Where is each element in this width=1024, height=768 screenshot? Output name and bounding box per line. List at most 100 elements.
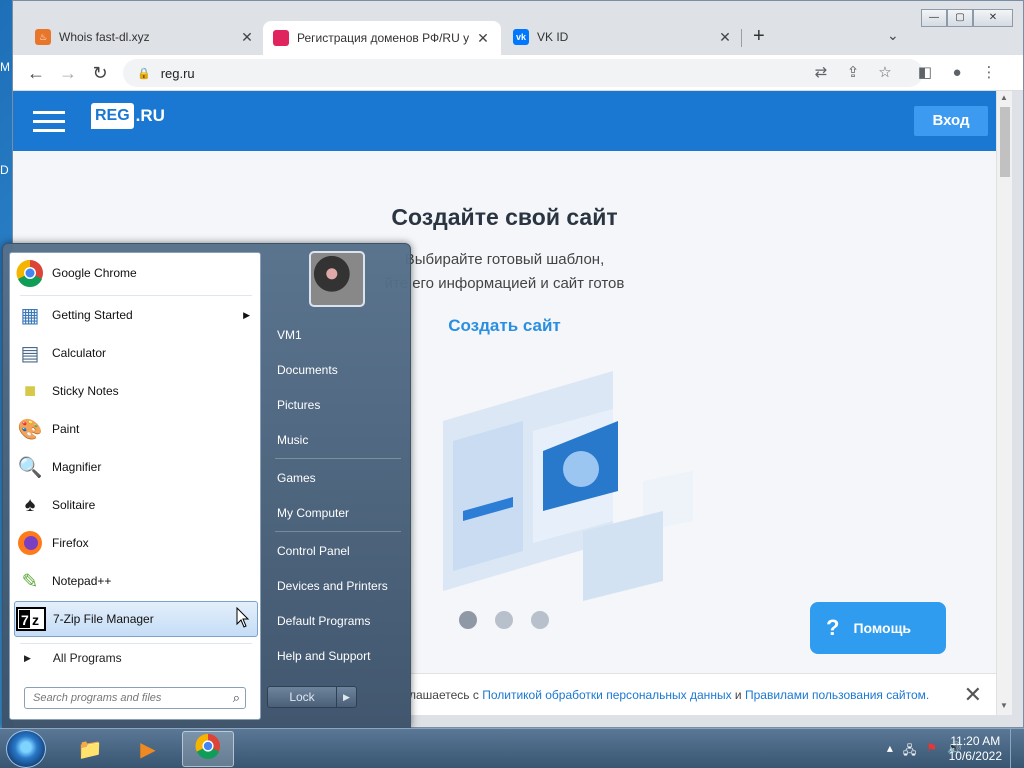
translate-icon[interactable]: ⇄ (811, 63, 831, 83)
action-center-flag-icon[interactable]: ⚑ (926, 741, 937, 762)
carousel-dot[interactable] (531, 611, 549, 629)
side-panel-icon[interactable]: ◧ (915, 63, 935, 83)
start-item-documents[interactable]: Documents (271, 355, 407, 385)
desktop-icon-label[interactable]: D (0, 163, 12, 177)
vk-icon: vk (513, 29, 529, 45)
regru-logo[interactable]: REG .RU (91, 103, 165, 129)
carousel-dot[interactable] (459, 611, 477, 629)
help-label: Помощь (853, 620, 912, 636)
start-item-devices-printers[interactable]: Devices and Printers (271, 571, 407, 601)
taskbar-explorer[interactable]: 📁 (64, 731, 116, 767)
start-menu-divider (20, 643, 252, 644)
reload-button[interactable]: ↻ (89, 62, 111, 84)
lock-label: Lock (289, 690, 315, 704)
scroll-down-icon[interactable]: ▼ (1000, 701, 1008, 710)
close-tab-icon[interactable]: ✕ (475, 30, 491, 47)
7zip-icon: 7z (15, 603, 47, 635)
taskbar: 📁 ▶ ▴ 🖧 ⚑ 🔊 11:20 AM 10/6/2022 (0, 728, 1024, 768)
login-button[interactable]: Вход (914, 106, 988, 136)
program-7zip[interactable]: 7z 7-Zip File Manager (14, 601, 258, 637)
scroll-up-icon[interactable]: ▲ (1000, 93, 1008, 102)
notepadpp-icon: ✎ (21, 570, 39, 593)
window-controls: — ▢ ✕ (921, 9, 1013, 27)
close-window-button[interactable]: ✕ (973, 9, 1013, 27)
show-desktop-button[interactable] (1010, 729, 1024, 768)
start-item-vm1[interactable]: VM1 (271, 320, 407, 350)
desktop-icon-label[interactable]: M (0, 60, 12, 74)
tab-vkid[interactable]: vk VK ID ✕ (503, 23, 743, 51)
tab-regru[interactable]: Регистрация доменов РФ/RU у ✕ (263, 21, 501, 55)
start-item-pictures[interactable]: Pictures (271, 390, 407, 420)
new-tab-button[interactable]: + (753, 25, 765, 48)
svg-text:z: z (32, 612, 39, 628)
back-button[interactable]: ← (25, 62, 47, 84)
tab-title: VK ID (537, 30, 569, 44)
close-icon[interactable]: ✕ (964, 682, 982, 708)
carousel-dots (459, 611, 567, 629)
forward-button[interactable]: → (57, 62, 79, 84)
all-programs-button[interactable]: ▶ All Programs (24, 651, 122, 665)
calculator-icon: ▤ (20, 342, 40, 365)
scroll-thumb[interactable] (1000, 107, 1010, 177)
program-notepadpp[interactable]: ✎ Notepad++ (14, 563, 258, 599)
program-label: Calculator (52, 346, 107, 360)
program-solitaire[interactable]: ♠ Solitaire (14, 487, 258, 523)
hamburger-menu-icon[interactable] (33, 111, 65, 138)
program-magnifier[interactable]: 🔍 Magnifier (14, 449, 258, 485)
taskbar-media-player[interactable]: ▶ (122, 731, 174, 767)
program-getting-started[interactable]: ▦ Getting Started ▶ (14, 297, 258, 333)
program-label: Solitaire (52, 498, 96, 512)
close-tab-icon[interactable]: ✕ (717, 29, 733, 46)
program-label: Google Chrome (52, 266, 137, 280)
taskbar-chrome[interactable] (182, 731, 234, 767)
bookmark-star-icon[interactable]: ☆ (875, 63, 895, 83)
network-icon[interactable]: 🖧 (903, 741, 916, 762)
clock[interactable]: 11:20 AM 10/6/2022 (949, 734, 1002, 764)
program-calculator[interactable]: ▤ Calculator (14, 335, 258, 371)
menu-kebab-icon[interactable]: ⋮ (979, 63, 999, 83)
power-options-arrow-icon[interactable]: ▶ (336, 687, 356, 707)
maximize-button[interactable]: ▢ (947, 9, 973, 27)
start-item-help-support[interactable]: Help and Support (271, 641, 407, 671)
program-firefox[interactable]: Firefox (14, 525, 258, 561)
firefox-icon (14, 527, 46, 559)
profile-avatar[interactable]: ● (947, 63, 967, 83)
cookie-text: лашаетесь с (409, 688, 479, 702)
tab-strip: ♨ Whois fast-dl.xyz ✕ Регистрация домено… (13, 1, 1023, 55)
program-label: 7-Zip File Manager (53, 612, 154, 626)
program-sticky-notes[interactable]: ■ Sticky Notes (14, 373, 258, 409)
program-google-chrome[interactable]: Google Chrome (14, 255, 258, 291)
privacy-policy-link[interactable]: Политикой обработки персональных данных (482, 688, 731, 702)
start-item-music[interactable]: Music (271, 425, 407, 455)
logo-text: .RU (135, 106, 165, 125)
tab-title: Whois fast-dl.xyz (59, 30, 150, 44)
search-placeholder: Search programs and files (33, 692, 162, 704)
clock-time: 11:20 AM (950, 734, 1001, 748)
close-tab-icon[interactable]: ✕ (239, 29, 255, 46)
search-icon[interactable]: ⌕ (233, 690, 240, 706)
start-item-my-computer[interactable]: My Computer (271, 498, 407, 528)
tab-search-chevron-icon[interactable]: ⌄ (887, 27, 899, 44)
lock-button[interactable]: Lock ▶ (267, 686, 357, 708)
show-hidden-icons-icon[interactable]: ▴ (887, 741, 893, 762)
lock-icon[interactable]: 🔒 (137, 67, 151, 80)
terms-link[interactable]: Правилами пользования сайтом. (745, 688, 929, 702)
user-avatar[interactable] (309, 251, 365, 307)
mouse-cursor-icon (236, 607, 250, 628)
start-item-control-panel[interactable]: Control Panel (271, 536, 407, 566)
tab-whois[interactable]: ♨ Whois fast-dl.xyz ✕ (25, 23, 265, 51)
address-bar[interactable]: 🔒 reg.ru (123, 59, 923, 87)
program-paint[interactable]: 🎨 Paint (14, 411, 258, 447)
share-icon[interactable]: ⇪ (843, 63, 863, 83)
start-item-games[interactable]: Games (271, 463, 407, 493)
page-scrollbar[interactable]: ▲ ▼ (996, 91, 1012, 715)
site-header: REG .RU Вход (13, 91, 996, 151)
start-search-input[interactable]: Search programs and files ⌕ (24, 687, 246, 709)
carousel-dot[interactable] (495, 611, 513, 629)
program-label: Sticky Notes (52, 384, 119, 398)
program-label: Magnifier (52, 460, 102, 474)
help-button[interactable]: ? Помощь (810, 602, 946, 654)
start-item-default-programs[interactable]: Default Programs (271, 606, 407, 636)
minimize-button[interactable]: — (921, 9, 947, 27)
start-button[interactable] (6, 730, 46, 768)
